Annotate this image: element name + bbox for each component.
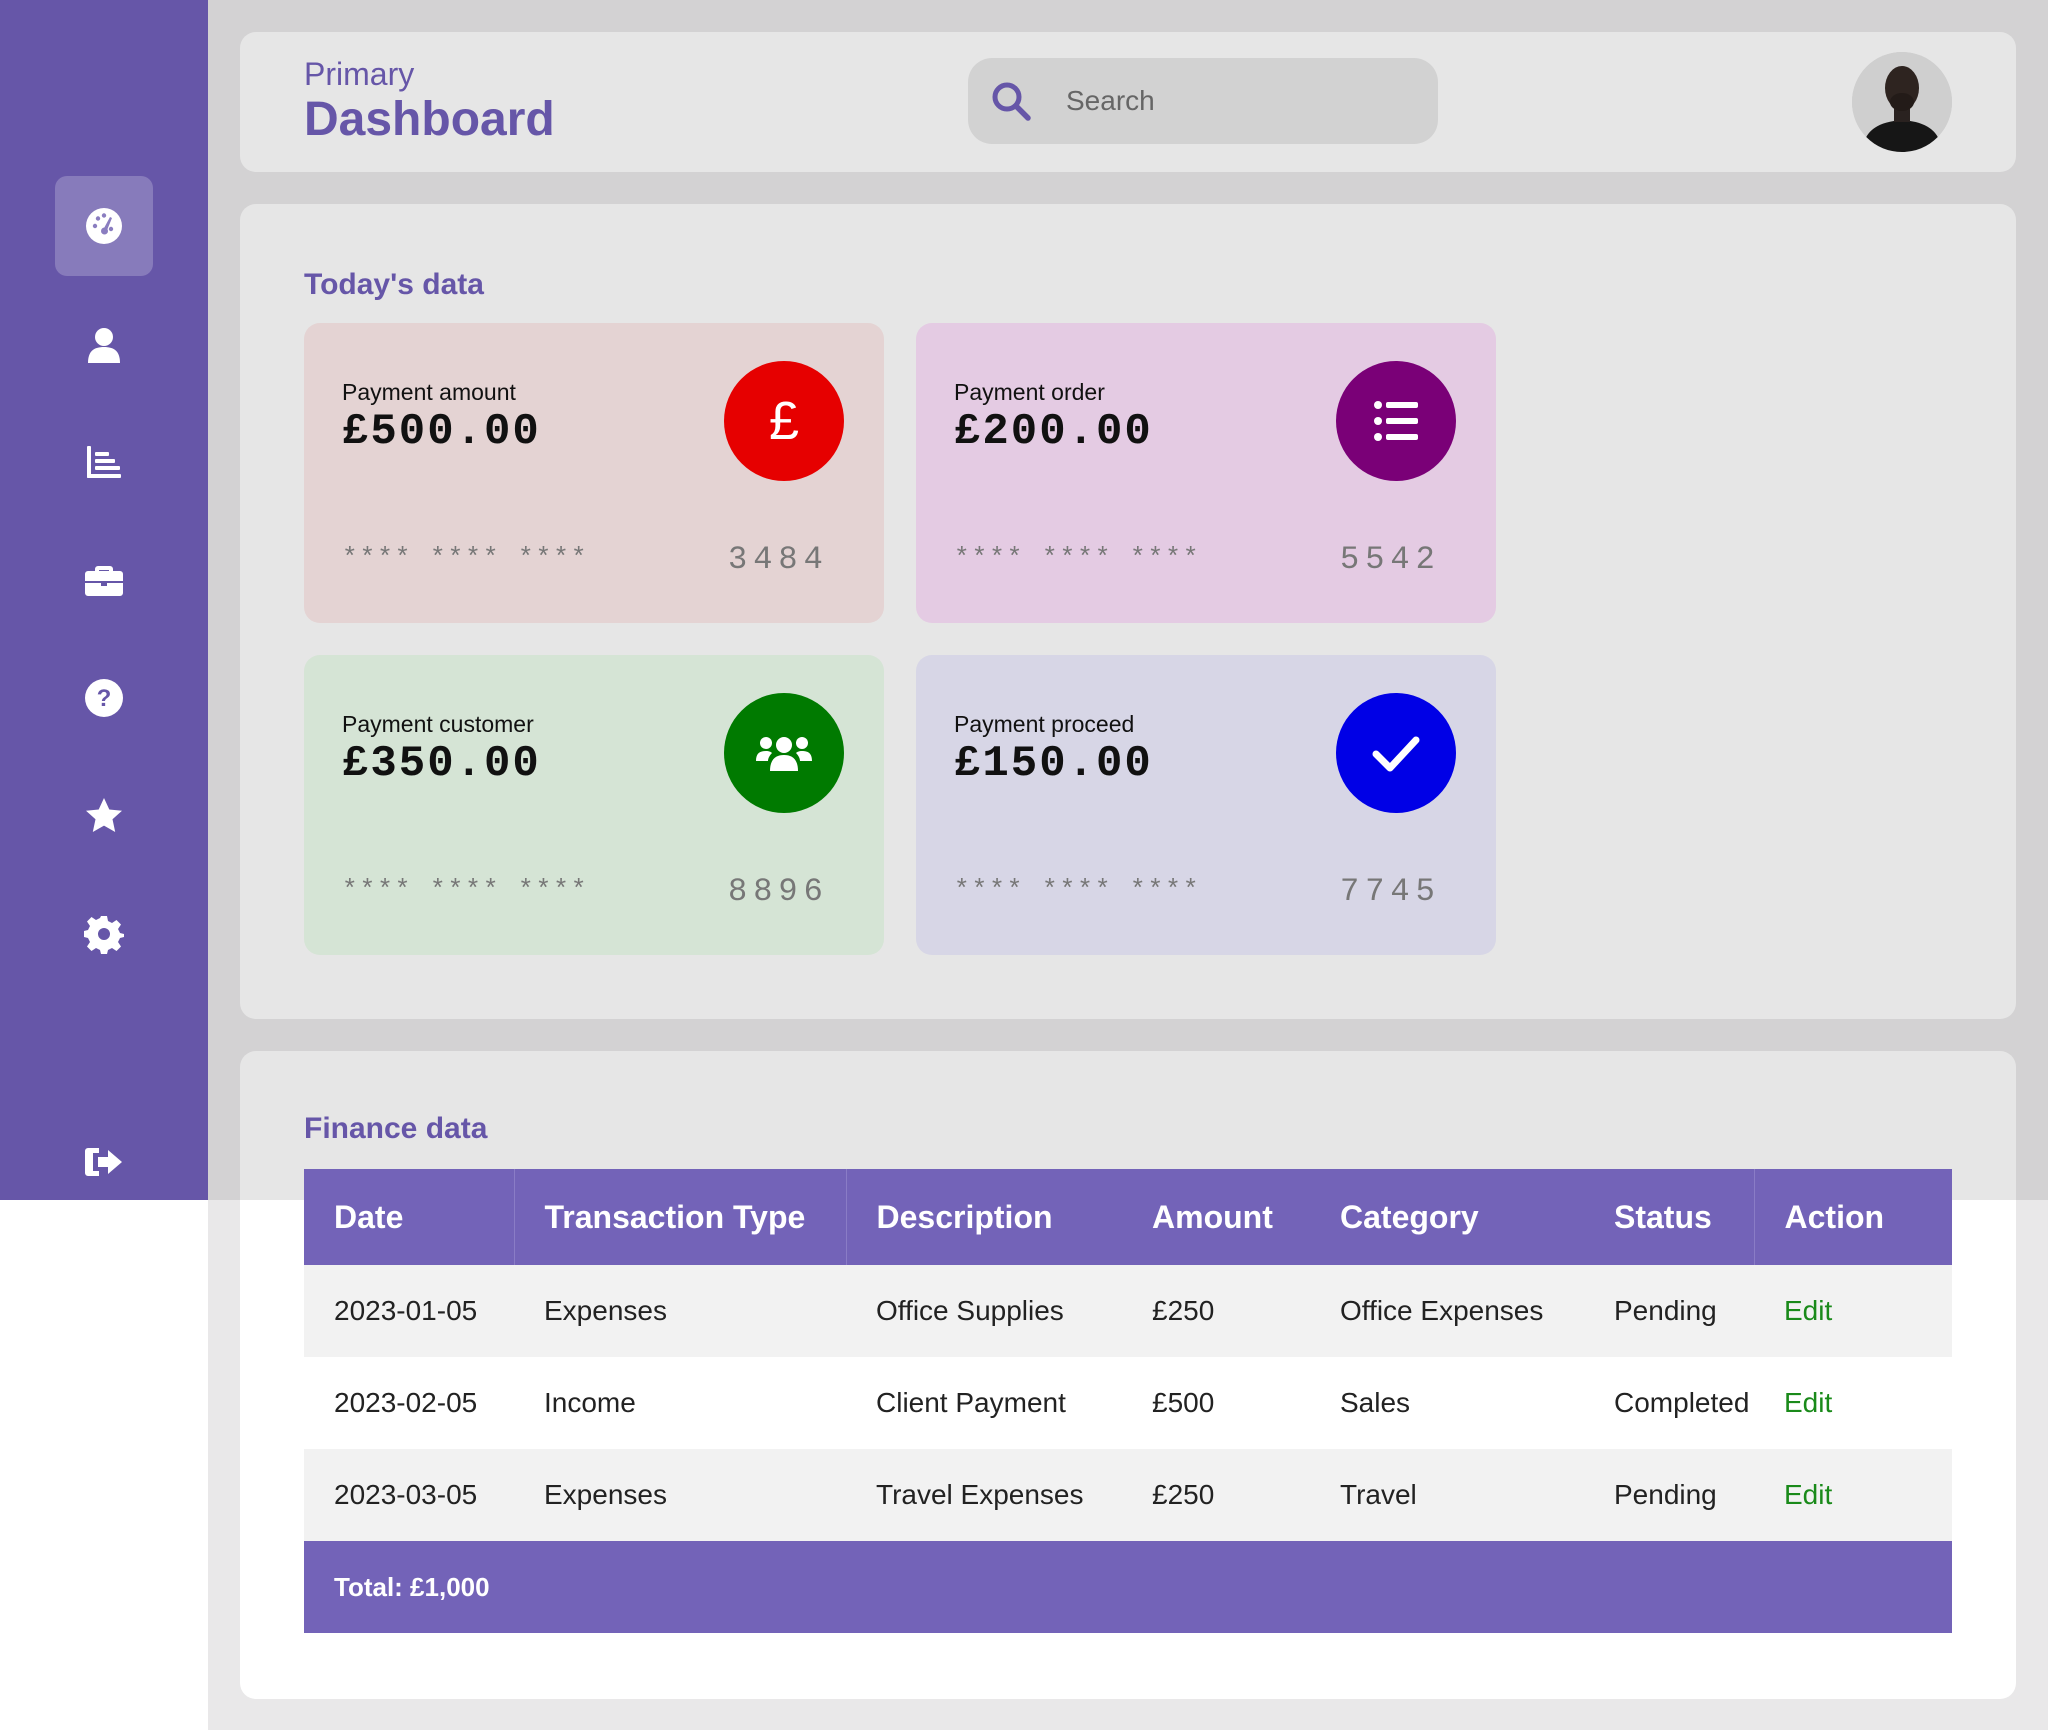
header-subtitle: Primary [304,56,415,92]
finance-table: Date Transaction Type Description Amount… [304,1169,1952,1633]
todays-data-title: Today's data [304,268,484,301]
sidebar-item-portfolio[interactable] [55,530,153,630]
user-icon [88,328,120,363]
pound-icon: £ [769,393,799,449]
column-header-description: Description [845,1169,1122,1265]
card-mask: **** **** **** [954,543,1201,573]
svg-text:£: £ [769,393,799,449]
help-icon: ? [85,679,123,717]
star-icon [86,798,122,832]
table-header-row: Date Transaction Type Description Amount… [304,1169,1952,1265]
table-row: 2023-02-05 Income Client Payment £500 Sa… [304,1357,1952,1449]
cell-description: Office Supplies [846,1265,1122,1357]
todays-data-panel: Today's data Payment amount £500.00 £ **… [240,204,2016,1019]
column-header-action: Action [1753,1169,1952,1265]
sidebar-item-reports[interactable] [55,412,153,512]
user-photo [1852,52,1952,152]
sidebar-item-dashboard[interactable] [55,176,153,276]
card-label: Payment amount [342,379,516,405]
cell-transaction-type: Expenses [514,1449,846,1541]
search-input[interactable] [1066,76,1406,126]
cell-transaction-type: Income [514,1357,846,1449]
search-bar[interactable] [968,58,1438,144]
cell-date: 2023-03-05 [304,1449,514,1541]
page-title: Dashboard [304,93,555,146]
payment-order-card: Payment order £200.00 **** **** **** 554… [916,323,1496,623]
sidebar: ? [0,0,208,1200]
payment-customer-card: Payment customer £350.00 **** **** **** … [304,655,884,955]
total-amount: Total: £1,000 [304,1541,1952,1633]
card-icon-circle [724,693,844,813]
check-icon [1372,736,1420,772]
card-last-digits: 3484 [728,541,829,578]
table-row: 2023-03-05 Expenses Travel Expenses £250… [304,1449,1952,1541]
cell-amount: £250 [1122,1265,1310,1357]
cell-status: Pending [1584,1449,1754,1541]
card-mask: **** **** **** [342,543,589,573]
card-value: £150.00 [954,739,1153,789]
svg-text:?: ? [97,685,112,712]
cell-description: Travel Expenses [846,1449,1122,1541]
card-label: Payment proceed [954,711,1135,737]
gear-icon [84,916,124,954]
card-last-digits: 7745 [1340,873,1441,910]
sidebar-item-logout[interactable] [55,1112,153,1212]
payment-amount-card: Payment amount £500.00 £ **** **** **** … [304,323,884,623]
column-header-amount: Amount [1122,1169,1310,1265]
edit-link[interactable]: Edit [1754,1265,1952,1357]
bar-chart-icon [87,446,121,478]
cell-amount: £500 [1122,1357,1310,1449]
column-header-category: Category [1310,1169,1584,1265]
card-icon-circle [1336,693,1456,813]
cell-date: 2023-01-05 [304,1265,514,1357]
dashboard-gauge-icon [86,208,122,244]
edit-link[interactable]: Edit [1754,1357,1952,1449]
sidebar-item-settings[interactable] [55,884,153,984]
cell-date: 2023-02-05 [304,1357,514,1449]
finance-data-title: Finance data [304,1112,488,1145]
edit-link[interactable]: Edit [1754,1449,1952,1541]
cell-amount: £250 [1122,1449,1310,1541]
card-value: £500.00 [342,407,541,457]
briefcase-icon [85,566,123,596]
card-label: Payment customer [342,711,534,737]
sidebar-item-favorites[interactable] [55,766,153,866]
logout-icon [85,1148,122,1176]
cell-transaction-type: Expenses [514,1265,846,1357]
card-mask: **** **** **** [342,875,589,905]
avatar[interactable] [1852,52,1952,152]
top-header: Primary Dashboard [240,32,2016,172]
cell-description: Client Payment [846,1357,1122,1449]
table-row: 2023-01-05 Expenses Office Supplies £250… [304,1265,1952,1357]
card-icon-circle: £ [724,361,844,481]
card-label: Payment order [954,379,1105,405]
cell-category: Sales [1310,1357,1584,1449]
search-icon [992,82,1031,121]
sidebar-item-user[interactable] [55,295,153,395]
table-total-row: Total: £1,000 [304,1541,1952,1633]
column-header-transaction-type: Transaction Type [513,1169,846,1265]
column-header-status: Status [1584,1169,1754,1265]
cell-status: Completed [1584,1357,1754,1449]
card-value: £350.00 [342,739,541,789]
payment-proceed-card: Payment proceed £150.00 **** **** **** 7… [916,655,1496,955]
users-icon [756,737,812,771]
sidebar-item-help[interactable]: ? [55,648,153,748]
cell-category: Office Expenses [1310,1265,1584,1357]
card-mask: **** **** **** [954,875,1201,905]
card-value: £200.00 [954,407,1153,457]
card-last-digits: 5542 [1340,541,1441,578]
card-last-digits: 8896 [728,873,829,910]
list-icon [1374,401,1418,441]
column-header-date: Date [304,1169,514,1265]
cell-category: Travel [1310,1449,1584,1541]
card-icon-circle [1336,361,1456,481]
cell-status: Pending [1584,1265,1754,1357]
